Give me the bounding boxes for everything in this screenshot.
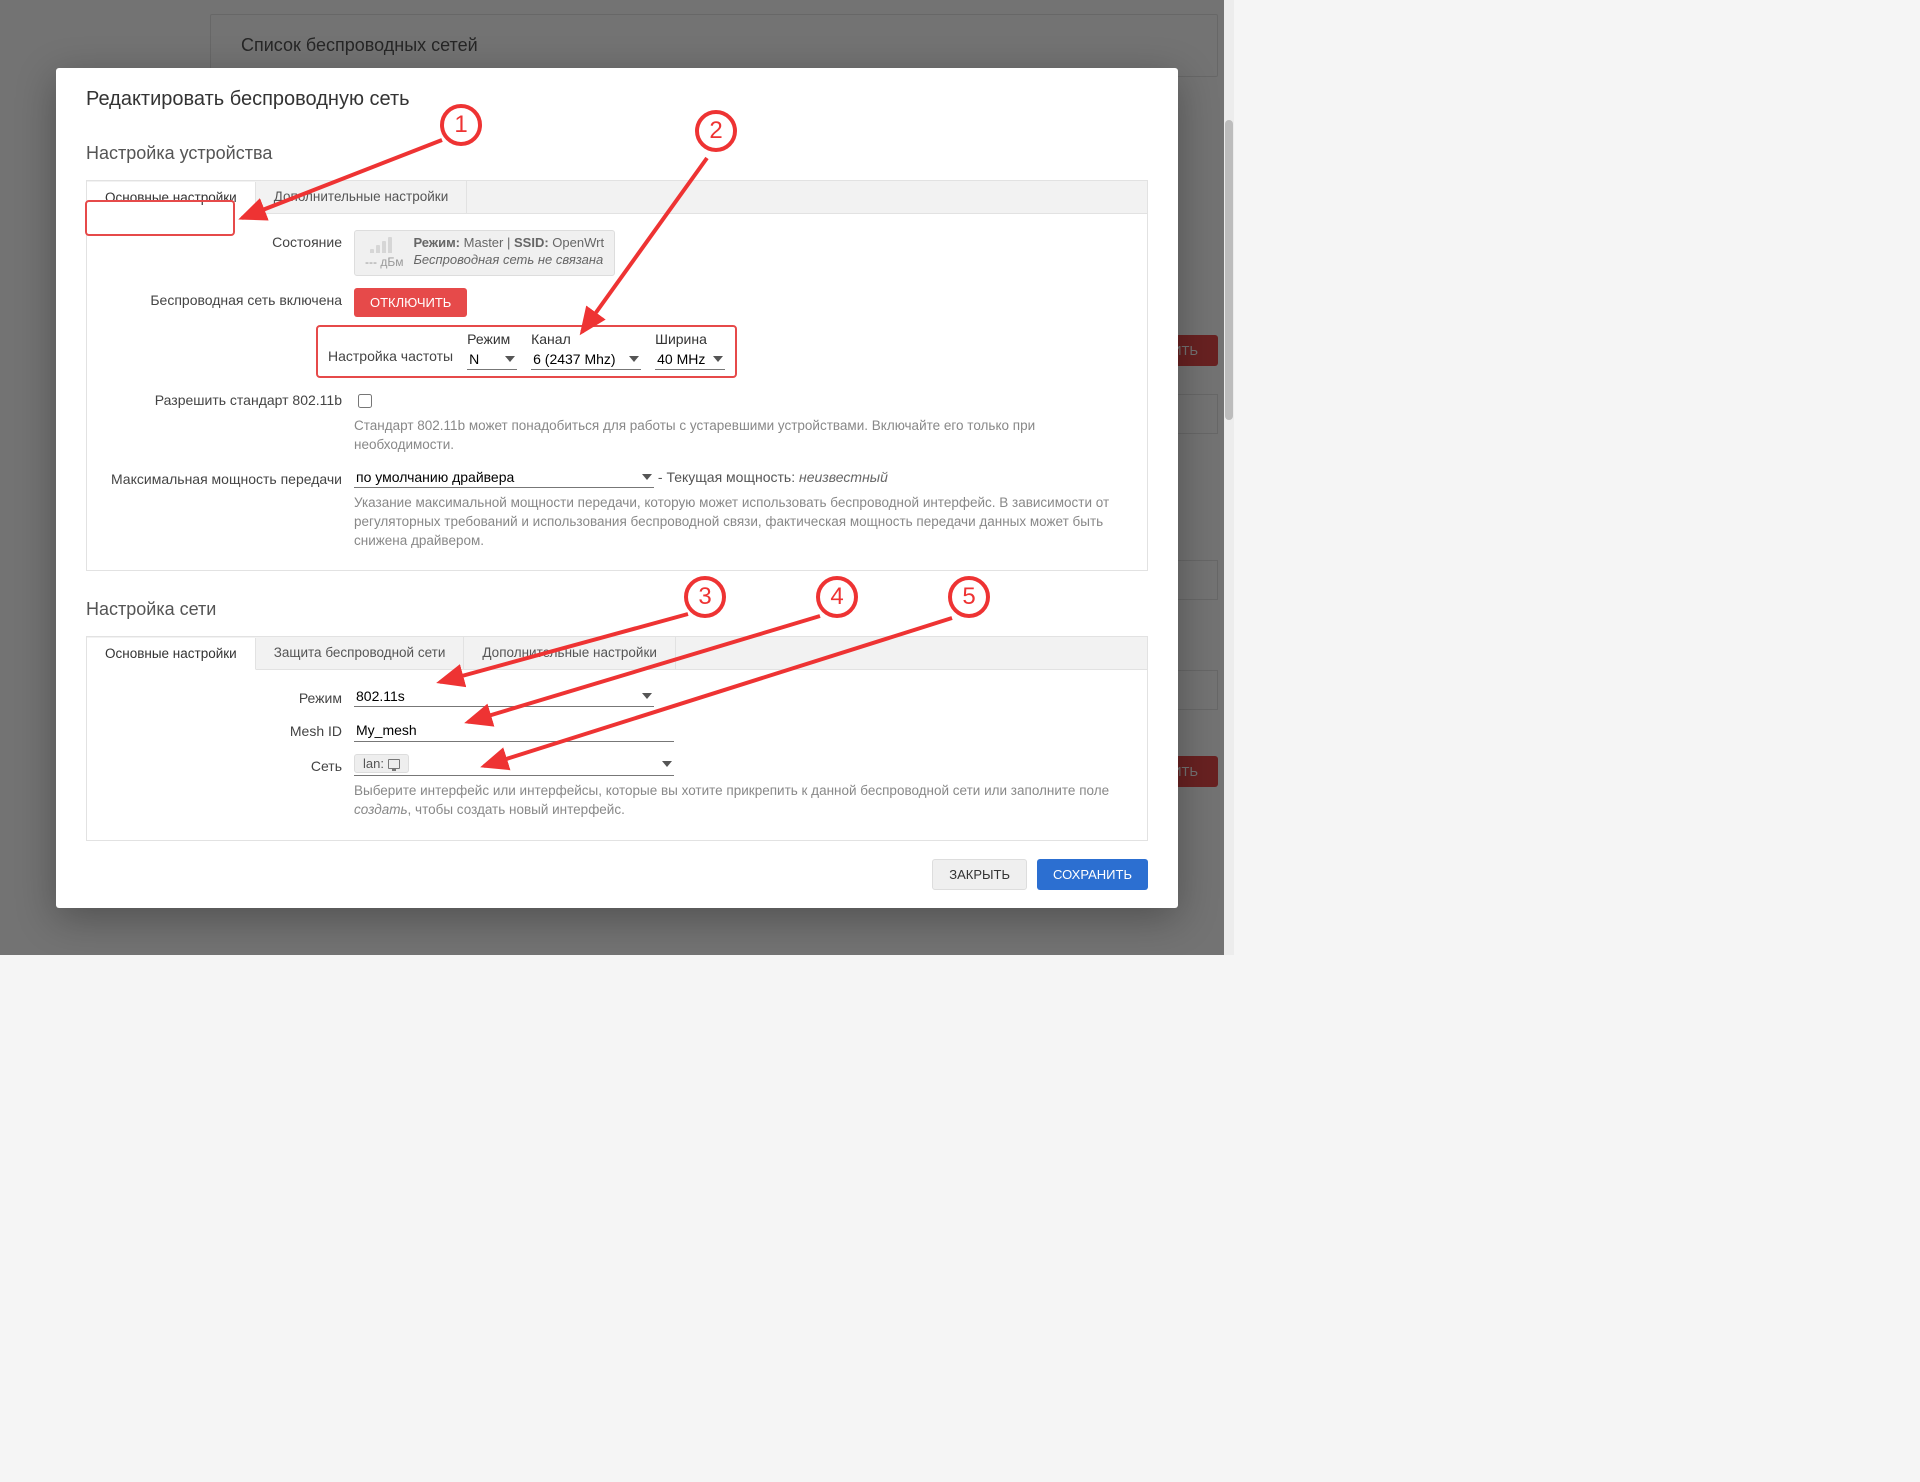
network-hint: Выберите интерфейс или интерфейсы, котор…: [354, 782, 1114, 820]
status-box: --- дБм Режим: Master | SSID: OpenWrt Бе…: [354, 230, 615, 276]
network-badge-lan[interactable]: lan:: [354, 754, 409, 773]
label-txpower: Максимальная мощность передачи: [87, 467, 342, 487]
label-legacy: Разрешить стандарт 802.11b: [87, 388, 342, 408]
freq-width-select[interactable]: 40 MHz: [655, 349, 725, 370]
tab-network-general[interactable]: Основные настройки: [87, 638, 256, 670]
row-txpower: Максимальная мощность передачи по умолча…: [87, 461, 1147, 557]
freq-mode-title: Режим: [467, 331, 517, 347]
freq-width-title: Ширина: [655, 331, 725, 347]
txpower-hint: Указание максимальной мощности передачи,…: [354, 494, 1114, 551]
label-mesh-id: Mesh ID: [87, 719, 342, 739]
page-scrollbar[interactable]: [1224, 0, 1234, 955]
scrollbar-thumb[interactable]: [1225, 120, 1233, 420]
freq-mode-select[interactable]: N: [467, 349, 517, 370]
tab-device-advanced[interactable]: Дополнительные настройки: [256, 181, 468, 213]
modal-footer: ЗАКРЫТЬ СОХРАНИТЬ: [86, 859, 1148, 890]
network-section-title: Настройка сети: [86, 593, 1148, 626]
legacy-checkbox[interactable]: [358, 394, 372, 408]
row-legacy: Разрешить стандарт 802.11b Стандарт 802.…: [87, 382, 1147, 461]
modal-title: Редактировать беспроводную сеть: [86, 88, 1148, 111]
save-button[interactable]: СОХРАНИТЬ: [1037, 859, 1148, 890]
tab-device-general[interactable]: Основные настройки: [87, 182, 256, 214]
disable-button[interactable]: ОТКЛЮЧИТЬ: [354, 288, 467, 317]
mesh-id-input[interactable]: [354, 719, 674, 742]
signal-icon: [370, 235, 398, 253]
row-wireless-enabled: Беспроводная сеть включена ОТКЛЮЧИТЬ: [87, 282, 1147, 323]
row-network: Сеть lan: Выберите интерфейс или интерфе…: [87, 748, 1147, 826]
mode-select[interactable]: 802.11s: [354, 686, 654, 707]
status-ssid-value: OpenWrt: [552, 235, 604, 250]
status-ssid-label: SSID:: [514, 235, 549, 250]
device-tabs: Основные настройки Дополнительные настро…: [86, 180, 1148, 213]
label-mode: Режим: [87, 686, 342, 706]
network-multiselect[interactable]: lan:: [354, 754, 674, 776]
row-mesh-id: Mesh ID: [87, 713, 1147, 748]
row-frequency: Настройка частоты Режим N Канал 6 (2437 …: [87, 323, 1147, 382]
device-tab-body: Состояние --- дБм Режим: Master |: [86, 213, 1148, 571]
status-mode-value: Master: [464, 235, 504, 250]
txpower-current-prefix: - Текущая мощность:: [658, 469, 795, 485]
txpower-current-value: неизвестный: [799, 469, 888, 485]
chevron-down-icon: [662, 761, 672, 767]
freq-channel-title: Канал: [531, 331, 641, 347]
label-frequency-outer: [87, 325, 342, 347]
legacy-hint: Стандарт 802.11b может понадобиться для …: [354, 417, 1114, 455]
label-network: Сеть: [87, 754, 342, 774]
freq-channel-select[interactable]: 6 (2437 Mhz): [531, 349, 641, 370]
tab-network-advanced[interactable]: Дополнительные настройки: [464, 637, 676, 669]
status-mode-label: Режим:: [413, 235, 460, 250]
txpower-select[interactable]: по умолчанию драйвера: [354, 467, 654, 488]
close-button[interactable]: ЗАКРЫТЬ: [932, 859, 1027, 890]
signal-dbm: --- дБм: [365, 255, 403, 269]
label-frequency: Настройка частоты: [328, 348, 453, 370]
edit-wireless-modal: Редактировать беспроводную сеть Настройк…: [56, 68, 1178, 908]
tab-network-security[interactable]: Защита беспроводной сети: [256, 637, 465, 669]
network-tabs: Основные настройки Защита беспроводной с…: [86, 636, 1148, 669]
row-status: Состояние --- дБм Режим: Master |: [87, 224, 1147, 282]
network-tab-body: Режим 802.11s Mesh ID Сеть: [86, 669, 1148, 841]
device-section-title: Настройка устройства: [86, 137, 1148, 170]
status-note: Беспроводная сеть не связана: [413, 252, 603, 267]
ethernet-icon: [388, 759, 400, 769]
label-wireless-enabled: Беспроводная сеть включена: [87, 288, 342, 308]
label-status: Состояние: [87, 230, 342, 250]
frequency-group: Настройка частоты Режим N Канал 6 (2437 …: [316, 325, 737, 378]
row-mode: Режим 802.11s: [87, 680, 1147, 713]
